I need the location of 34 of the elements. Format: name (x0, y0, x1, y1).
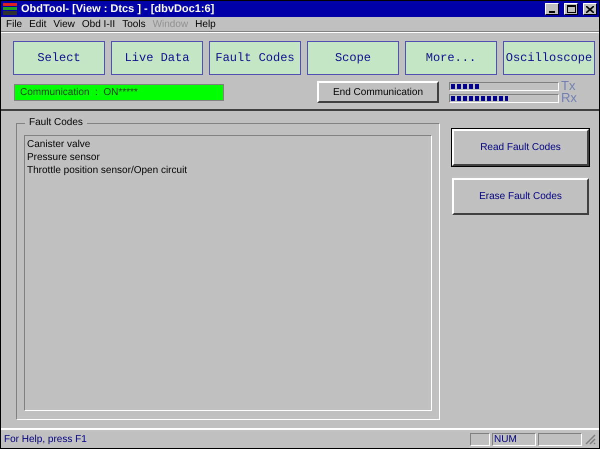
close-icon (586, 6, 594, 12)
close-button[interactable] (583, 3, 597, 15)
minimize-button[interactable] (545, 3, 559, 15)
maximize-button[interactable] (564, 3, 578, 15)
menu-item[interactable]: Edit (26, 18, 50, 30)
list-item[interactable]: Canister valve (27, 139, 429, 150)
group-title: Fault Codes (25, 117, 87, 128)
list-item[interactable]: Pressure sensor (27, 152, 429, 163)
menu-item[interactable]: Obd I-II (78, 18, 120, 30)
status-pane (470, 432, 490, 446)
status-pane (538, 432, 582, 446)
meter-label: Tx (561, 81, 576, 91)
communication-status: Communication : ON***** (14, 84, 224, 100)
toolbar-button[interactable]: More... (405, 41, 497, 75)
menu-item[interactable]: File (3, 18, 26, 30)
window-title: ObdTool- [View : Dtcs ] - [dbvDoc1:6] (21, 3, 216, 15)
toolbar-button[interactable]: Select (13, 41, 105, 75)
toolbar-button[interactable]: Live Data (111, 41, 203, 75)
list-item[interactable]: Throttle position sensor/Open circuit (27, 165, 429, 176)
toolbar-button[interactable]: Scope (307, 41, 399, 75)
toolbar-button[interactable]: Fault Codes (209, 41, 301, 75)
resize-grip-icon (584, 433, 596, 445)
menu-item[interactable]: View (50, 18, 79, 30)
num-lock-indicator: NUM (492, 432, 536, 446)
menu-item[interactable]: Tools (119, 18, 150, 30)
end-communication-button[interactable]: End Communication (317, 81, 439, 103)
status-text: For Help, press F1 (4, 434, 88, 444)
app-icon (3, 2, 17, 16)
action-button[interactable]: Erase Fault Codes (452, 178, 589, 215)
maximize-icon (566, 5, 576, 13)
toolbar-button[interactable]: Oscilloscope (503, 41, 595, 75)
meter-label: Rx (561, 93, 577, 103)
menu-item[interactable]: Help (192, 18, 220, 30)
action-button[interactable]: Read Fault Codes (452, 129, 589, 166)
